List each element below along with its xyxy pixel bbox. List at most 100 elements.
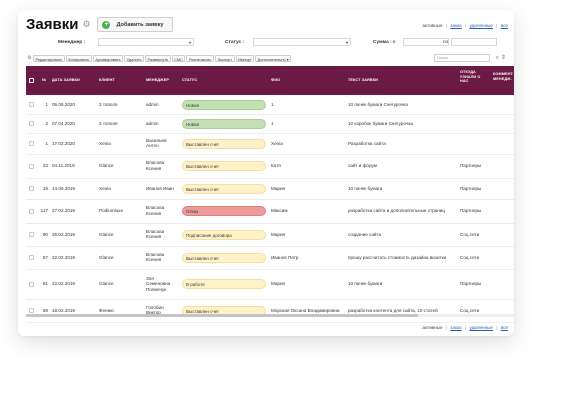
filter-active[interactable]: активные: [422, 23, 442, 28]
table-row[interactable]: 87 22.02.2019 Glance Власова Ксения Выставле…: [26, 246, 514, 270]
filter-active[interactable]: активные: [422, 325, 442, 330]
status-select[interactable]: ▾: [253, 38, 351, 46]
status-badge[interactable]: Выставлен счет: [182, 138, 266, 149]
toolbar-delete-button[interactable]: Удалить: [124, 55, 144, 62]
row-client: Glance: [99, 163, 114, 168]
filter-all[interactable]: все: [501, 23, 508, 28]
status-badge[interactable]: Отказ: [182, 206, 266, 216]
toolbar-edit-button[interactable]: Редактировать: [33, 55, 65, 62]
select-all-checkbox[interactable]: [29, 78, 34, 83]
toolbar-sms-button[interactable]: СМС: [171, 55, 186, 62]
row-checkbox[interactable]: [29, 163, 34, 169]
row-fio: Мария: [271, 231, 286, 237]
table-row[interactable]: 23 04.11.2019 Glance Власова Ксения Выставле…: [26, 154, 514, 179]
toolbar-import-button[interactable]: Импорт: [235, 55, 255, 62]
toolbar-print-button[interactable]: Распечатать: [186, 55, 214, 62]
filter-deleted[interactable]: удаленные: [469, 325, 493, 330]
scrollbar-thumb[interactable]: [26, 314, 418, 317]
status-badge[interactable]: Новая: [182, 118, 266, 129]
row-checkbox[interactable]: [29, 255, 34, 260]
manager-select[interactable]: ▾: [98, 38, 194, 46]
row-checkbox[interactable]: [29, 232, 34, 237]
toolbar-export-button[interactable]: Экспорт: [214, 55, 235, 62]
toolbar-copy-button[interactable]: Копировать: [65, 55, 92, 62]
row-checkbox[interactable]: [29, 308, 34, 313]
chevron-down-icon: ▾: [345, 40, 348, 45]
col-text[interactable]: Текст заявки: [348, 78, 378, 83]
search-icon[interactable]: ⌕: [496, 54, 499, 62]
row-manager: Власова Ксения: [146, 160, 165, 171]
status-badge[interactable]: Новая: [182, 99, 266, 110]
col-source[interactable]: Откуда узнали о нас: [460, 70, 490, 84]
row-date: 07.04.2020: [52, 120, 75, 126]
table-row[interactable]: 19 14.09.2019 Xenia Иванов Иван Выставлен сч…: [26, 178, 514, 200]
row-checkbox[interactable]: [29, 121, 34, 126]
row-source: Соц.сети: [460, 254, 480, 260]
row-client: 3 тополя: [99, 120, 118, 126]
row-text: Разработка сайта: [348, 140, 386, 146]
sort-icon[interactable]: ⇕: [501, 54, 506, 62]
search-input[interactable]: Поиск: [434, 54, 490, 62]
table-header: № Дата заявки Клиент Менеджер Статус ФИО…: [26, 66, 514, 95]
col-date[interactable]: Дата заявки: [52, 78, 80, 83]
row-checkbox[interactable]: [29, 281, 34, 287]
table-row[interactable]: 2 07.04.2020 3 тополя admin Новая 1 10 коробок…: [26, 114, 514, 134]
status-badge[interactable]: Выставлен счет: [182, 161, 266, 171]
row-checkbox[interactable]: [29, 186, 34, 191]
col-manager-comment[interactable]: Коммент. менедж.: [493, 72, 514, 81]
separator: |: [445, 23, 447, 28]
bottom-filter-links: активные | заказ | удаленные | все: [422, 325, 508, 330]
filter-orders[interactable]: заказ: [450, 325, 461, 330]
settings-icon[interactable]: ⚙: [26, 55, 33, 62]
row-fio: Мария: [271, 281, 286, 286]
manager-filter-label: Менеджер :: [58, 40, 86, 45]
row-id: 19: [42, 185, 48, 191]
row-checkbox[interactable]: [29, 102, 34, 107]
separator: |: [464, 325, 467, 330]
row-manager: Власова Ксения: [146, 251, 165, 263]
filter-all[interactable]: все: [501, 325, 508, 330]
row-fio: Xenia: [271, 140, 283, 146]
status-badge[interactable]: Выставлен счет: [182, 183, 266, 194]
row-client: Podiumluxe: [99, 208, 124, 213]
row-fio: Катя: [271, 163, 281, 168]
row-date: 05.06.2020: [52, 101, 75, 107]
row-text: разработка сайта и дополнительные страни…: [348, 208, 445, 213]
col-status[interactable]: Статус: [182, 78, 197, 83]
filter-deleted[interactable]: удаленные: [469, 23, 493, 28]
row-id: 2: [45, 120, 48, 126]
row-client: 3 тополя: [99, 101, 118, 107]
toolbar-expand-button[interactable]: Развернуть: [145, 55, 171, 62]
table-row[interactable]: 1 17.02.2020 Xenia Васильев Антон Выставлен …: [26, 133, 514, 155]
row-client: Glance: [99, 231, 114, 237]
table-row[interactable]: 58 18.02.2019 Феникс Голобин Виктор Выставле…: [26, 299, 514, 323]
toolbar-archive-button[interactable]: Архивировать: [92, 55, 124, 62]
sum-to-input[interactable]: [451, 38, 497, 46]
row-fio: 1: [271, 101, 274, 107]
add-request-button[interactable]: + Добавить заявку: [97, 17, 173, 32]
gear-icon[interactable]: ⚙: [82, 20, 91, 29]
status-badge[interactable]: Выставлен счет: [182, 252, 266, 263]
row-checkbox[interactable]: [29, 141, 34, 146]
separator: |: [445, 325, 447, 330]
horizontal-scrollbar[interactable]: [26, 314, 514, 317]
table-row[interactable]: 117 27.02.2019 Podiumluxe Власова Ксения Отк…: [26, 199, 514, 224]
row-manager: Власова Ксения: [146, 228, 165, 240]
col-client[interactable]: Клиент: [99, 78, 115, 83]
toolbar-more-button[interactable]: Дополнительно ▾: [255, 55, 292, 62]
row-date: 27.02.2019: [52, 208, 75, 213]
table-row[interactable]: 1 05.06.2020 3 тополя admin Новая 1 10 пачек б…: [26, 95, 514, 115]
col-fio[interactable]: ФИО: [271, 78, 280, 83]
row-checkbox[interactable]: [29, 208, 34, 214]
col-manager[interactable]: Менеджер: [146, 78, 169, 83]
status-badge[interactable]: Подписание договора: [182, 229, 266, 240]
row-client: Xenia: [99, 140, 111, 146]
filter-orders[interactable]: заказ: [450, 23, 461, 28]
status-badge[interactable]: В работе: [182, 279, 266, 289]
row-id: 87: [42, 254, 48, 260]
table-row[interactable]: 81 22.02.2019 Glance Зоя Семеновна Полинчук…: [26, 269, 514, 300]
col-id[interactable]: №: [42, 78, 46, 83]
table-row[interactable]: 90 26.02.2019 Glance Власова Ксения Подписан…: [26, 223, 514, 247]
sum-to-label: по: [443, 40, 449, 45]
row-text: сайт и форум: [348, 163, 377, 168]
